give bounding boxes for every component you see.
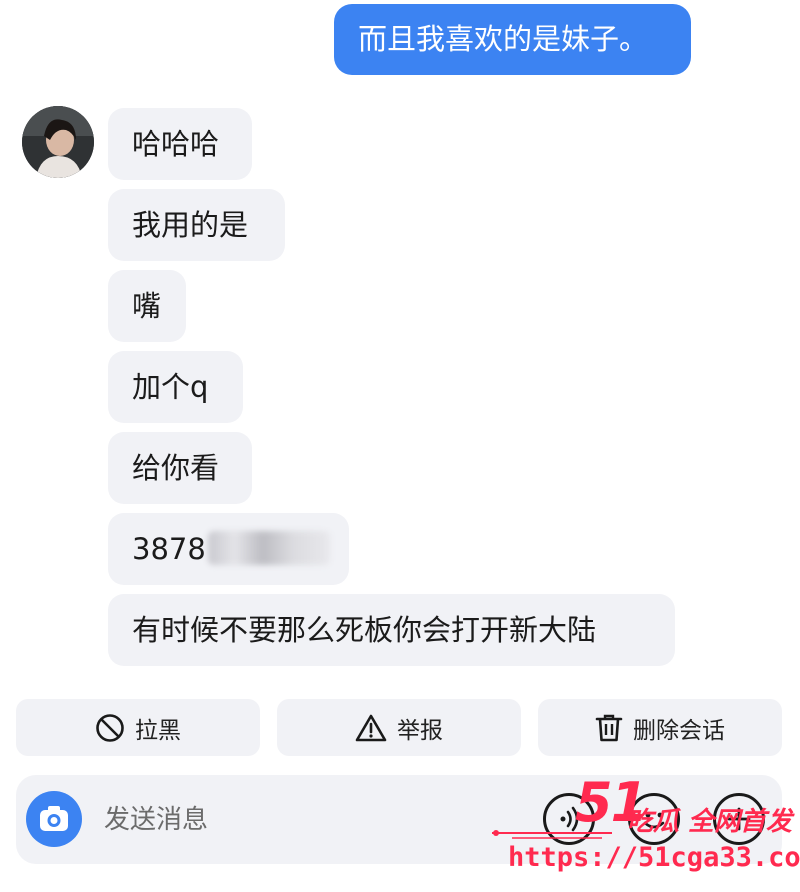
delete-conversation-label: 删除会话 [633, 717, 725, 744]
block-button[interactable]: 拉黑 [16, 699, 260, 756]
avatar[interactable] [22, 106, 94, 178]
warning-icon [355, 714, 387, 741]
message-input[interactable] [104, 798, 404, 842]
incoming-message[interactable]: 我用的是 [108, 189, 285, 261]
incoming-message[interactable]: 哈哈哈 [108, 108, 252, 180]
block-icon [96, 713, 124, 742]
watermark-url: https://51cga33.com [508, 842, 800, 873]
qq-number-visible: 3878 [132, 532, 206, 566]
chat-screen: 而且我喜欢的是妹子。 哈哈哈 我用的是 嘴 加个q 给你看 3878 有时候不要… [0, 0, 800, 892]
block-label: 拉黑 [135, 717, 181, 744]
incoming-message[interactable]: 加个q [108, 351, 243, 423]
watermark-streak [492, 830, 612, 839]
watermark-logo-text: 吃瓜 全网首发 [627, 807, 793, 837]
blurred-redaction [207, 531, 330, 565]
camera-icon [40, 806, 68, 831]
delete-conversation-button[interactable]: 删除会话 [538, 699, 782, 756]
camera-button[interactable] [26, 791, 82, 847]
report-button[interactable]: 举报 [277, 699, 521, 756]
incoming-message[interactable]: 嘴 [108, 270, 186, 342]
incoming-message-qq-number[interactable]: 3878 [108, 513, 349, 585]
avatar-photo [22, 106, 94, 178]
outgoing-message[interactable]: 而且我喜欢的是妹子。 [334, 4, 691, 75]
incoming-message[interactable]: 有时候不要那么死板你会打开新大陆 [108, 594, 675, 666]
incoming-message[interactable]: 给你看 [108, 432, 252, 504]
report-label: 举报 [397, 717, 443, 744]
trash-icon [595, 714, 623, 741]
